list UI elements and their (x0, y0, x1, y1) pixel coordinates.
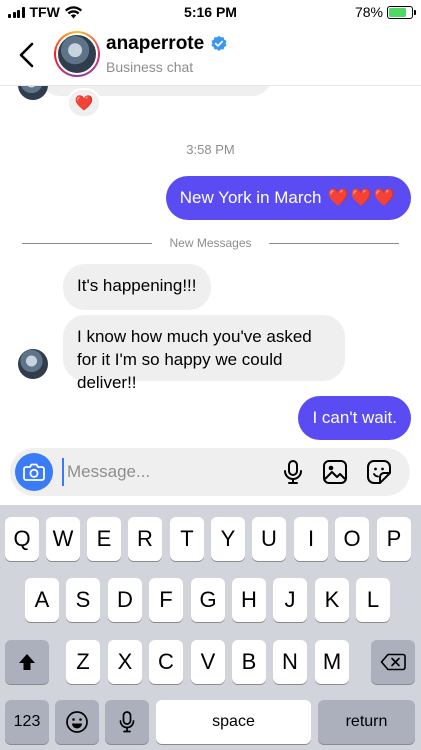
new-messages-divider: New Messages (22, 236, 399, 250)
battery-fill (389, 7, 407, 17)
contact-name: anaperrote (106, 33, 205, 54)
key-z[interactable]: Z (66, 640, 100, 684)
emoji-key[interactable] (55, 700, 99, 744)
hearts-emoji: ❤️❤️❤️ (327, 188, 397, 207)
sticker-icon[interactable] (366, 459, 392, 485)
key-o[interactable]: O (335, 517, 369, 561)
key-d[interactable]: D (108, 578, 142, 622)
battery-percent: 78% (354, 4, 383, 20)
received-message-bubble[interactable]: I know how much you've asked for it I'm … (63, 315, 345, 392)
chat-header: anaperrote Business chat (0, 26, 421, 86)
keyboard: Q W E R T Y U I O P A S D F G H J K L Z … (0, 505, 421, 750)
key-h[interactable]: H (232, 578, 266, 622)
key-g[interactable]: G (191, 578, 225, 622)
numbers-key[interactable]: 123 (5, 700, 49, 744)
profile-avatar[interactable] (54, 31, 100, 77)
sender-avatar[interactable] (18, 349, 48, 379)
key-r[interactable]: R (128, 517, 162, 561)
space-key[interactable]: space (156, 700, 311, 744)
sent-message-text: I can't wait. (312, 408, 397, 427)
key-n[interactable]: N (273, 640, 307, 684)
key-y[interactable]: Y (211, 517, 245, 561)
heart-reaction[interactable]: ❤️ (67, 88, 101, 118)
key-b[interactable]: B (232, 640, 266, 684)
key-l[interactable]: L (356, 578, 390, 622)
received-message-text: I know how much you've asked for it I'm … (77, 327, 312, 392)
message-input[interactable] (62, 458, 252, 486)
sent-message-bubble[interactable]: New York in March ❤️❤️❤️ (165, 176, 411, 220)
chat-type-label: Business chat (106, 59, 194, 75)
microphone-icon[interactable] (280, 459, 306, 485)
sender-avatar[interactable] (18, 86, 48, 100)
key-q[interactable]: Q (5, 517, 39, 561)
key-k[interactable]: K (315, 578, 349, 622)
message-timestamp: 3:58 PM (186, 142, 235, 157)
message-composer (10, 448, 410, 496)
key-p[interactable]: P (377, 517, 411, 561)
received-message-text: It's happening!!! (77, 276, 197, 295)
key-i[interactable]: I (294, 517, 328, 561)
key-s[interactable]: S (66, 578, 100, 622)
backspace-key[interactable] (371, 640, 415, 684)
key-u[interactable]: U (252, 517, 286, 561)
key-w[interactable]: W (46, 517, 80, 561)
sent-message-text: New York in March (179, 188, 322, 207)
gallery-icon[interactable] (322, 459, 348, 485)
key-e[interactable]: E (87, 517, 121, 561)
contact-name-row[interactable]: anaperrote (106, 33, 228, 55)
backspace-icon (380, 653, 406, 671)
shift-arrow-icon (19, 654, 35, 670)
emoji-icon (66, 711, 88, 733)
key-a[interactable]: A (25, 578, 59, 622)
status-right: 78% (354, 4, 416, 20)
dictation-key[interactable] (105, 700, 149, 744)
verified-badge-icon (211, 35, 227, 51)
message-thread[interactable]: ❤️ 3:58 PM New York in March ❤️❤️❤️ New M… (0, 86, 421, 446)
status-bar: TFW 5:16 PM 78% (0, 0, 421, 26)
key-x[interactable]: X (108, 640, 142, 684)
return-key[interactable]: return (318, 700, 415, 744)
chevron-left-icon[interactable] (14, 40, 40, 70)
key-c[interactable]: C (149, 640, 183, 684)
camera-button[interactable] (15, 453, 53, 491)
shift-key[interactable] (5, 640, 49, 684)
received-message-bubble[interactable]: It's happening!!! (63, 264, 211, 310)
camera-icon (23, 463, 45, 481)
key-t[interactable]: T (170, 517, 204, 561)
reaction-emoji: ❤️ (74, 95, 94, 112)
key-f[interactable]: F (149, 578, 183, 622)
key-j[interactable]: J (273, 578, 307, 622)
sent-message-bubble[interactable]: I can't wait. (298, 396, 411, 440)
battery-icon (387, 5, 416, 19)
microphone-icon (119, 711, 135, 733)
key-m[interactable]: M (315, 640, 349, 684)
key-v[interactable]: V (191, 640, 225, 684)
